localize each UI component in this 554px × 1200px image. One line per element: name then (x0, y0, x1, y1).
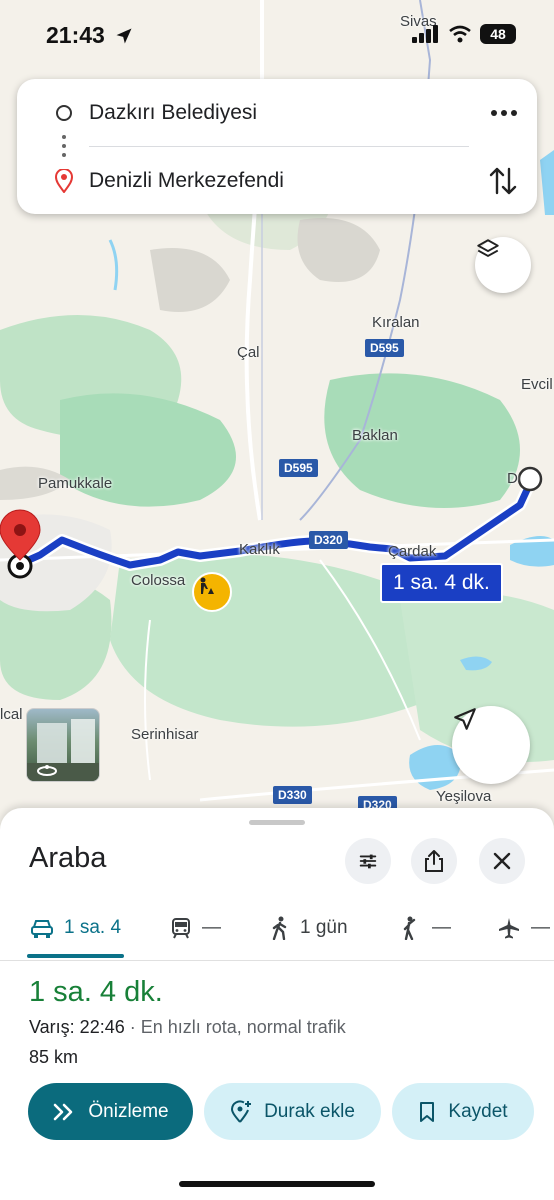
place-label: Baklan (352, 427, 398, 444)
home-indicator[interactable] (179, 1181, 375, 1187)
share-icon (425, 850, 443, 872)
directions-card: Dazkırı Belediyesi Denizli Merkezefendi (17, 79, 537, 214)
tab-flights[interactable]: — (497, 908, 550, 948)
layers-button[interactable] (475, 237, 531, 293)
route-start-marker (517, 466, 543, 492)
walk-icon (272, 916, 287, 940)
destination-pin-icon (55, 169, 73, 193)
cellular-signal-icon (412, 25, 438, 43)
route-options-button[interactable] (345, 838, 391, 884)
place-label: Kaklık (239, 541, 280, 558)
navigation-arrow-icon (454, 708, 476, 730)
place-label: Kıralan (372, 314, 420, 331)
more-options-button[interactable] (489, 101, 519, 125)
close-button[interactable] (479, 838, 525, 884)
road-shield: D595 (279, 459, 318, 477)
tune-icon (359, 854, 377, 869)
tab-transit-label: — (202, 917, 221, 938)
location-services-icon (116, 28, 132, 44)
swap-vertical-icon (489, 167, 517, 195)
tab-ride-hail-label: — (432, 917, 451, 938)
close-icon (493, 852, 511, 870)
bookmark-icon (420, 1101, 435, 1122)
tabs-divider (0, 960, 554, 961)
place-label: Colossa (131, 572, 186, 589)
tab-transit[interactable]: — (170, 908, 221, 948)
tab-ride-hail[interactable]: — (400, 908, 451, 948)
origin-field[interactable]: Dazkırı Belediyesi (89, 101, 257, 125)
status-icons: 48 (412, 24, 516, 44)
tab-driving[interactable]: 1 sa. 4 (30, 908, 121, 948)
double-chevron-right-icon (54, 1103, 73, 1120)
travel-mode-tabs: 1 sa. 4 — 1 gün — — (0, 908, 554, 960)
add-stop-button-label: Durak ekle (264, 1100, 355, 1122)
wifi-icon (449, 25, 471, 43)
layers-icon (477, 239, 499, 257)
sheet-drag-handle[interactable] (249, 820, 305, 825)
arrival-time: Varış: 22:46 (29, 1017, 125, 1037)
train-icon (172, 918, 190, 939)
route-note: · En hızlı rota, normal trafik (124, 1017, 346, 1037)
route-distance: 85 km (29, 1047, 79, 1067)
street-view-thumbnail[interactable] (26, 708, 100, 782)
add-location-icon (231, 1099, 252, 1123)
swap-directions-button[interactable] (489, 165, 517, 197)
car-icon (31, 920, 53, 938)
share-button[interactable] (411, 838, 457, 884)
more-horizontal-icon (491, 110, 517, 116)
place-label: Yeşilova (436, 788, 492, 805)
tab-walking[interactable]: 1 gün (270, 908, 348, 948)
active-tab-indicator (27, 954, 124, 958)
add-stop-button[interactable]: Durak ekle (204, 1083, 381, 1140)
road-shield: D330 (273, 786, 312, 804)
save-button-label: Kaydet (448, 1100, 508, 1122)
save-button[interactable]: Kaydet (392, 1083, 534, 1140)
sheet-title: Araba (29, 842, 107, 874)
field-divider (89, 146, 469, 147)
preview-button[interactable]: Önizleme (28, 1083, 193, 1140)
status-bar: 21:43 48 (0, 0, 554, 70)
place-label: Pamukkale (38, 475, 113, 492)
route-time-badge[interactable]: 1 sa. 4 dk. (380, 563, 503, 603)
flight-icon (499, 918, 519, 939)
preview-button-label: Önizleme (88, 1100, 169, 1122)
place-label: Çal (237, 344, 260, 361)
connector-dots-icon (62, 135, 66, 157)
my-location-button[interactable] (452, 706, 530, 784)
destination-field[interactable]: Denizli Merkezefendi (89, 169, 284, 193)
road-work-icon[interactable] (192, 572, 232, 612)
place-label: Çardak (388, 543, 437, 560)
tab-walking-label: 1 gün (300, 917, 348, 938)
place-label: D (507, 470, 518, 487)
ride-hail-icon (403, 916, 416, 940)
place-label: lcal (0, 706, 23, 723)
tab-flights-label: — (531, 917, 550, 938)
place-label: Serinhisar (131, 726, 199, 743)
route-summary: Varış: 22:46 · En hızlı rota, normal tra… (29, 1017, 346, 1038)
origin-circle-icon (56, 105, 72, 121)
status-time: 21:43 (46, 22, 105, 48)
battery-indicator: 48 (480, 24, 516, 44)
route-duration: 1 sa. 4 dk. (29, 976, 163, 1008)
road-shield: D595 (365, 339, 404, 357)
road-shield: D320 (309, 531, 348, 549)
directions-bottom-sheet: Araba 1 sa. 4 — 1 gün — — 1 sa. 4 dk. Va… (0, 808, 554, 1200)
place-label: Evcil (521, 376, 553, 393)
tab-driving-label: 1 sa. 4 (64, 917, 122, 938)
